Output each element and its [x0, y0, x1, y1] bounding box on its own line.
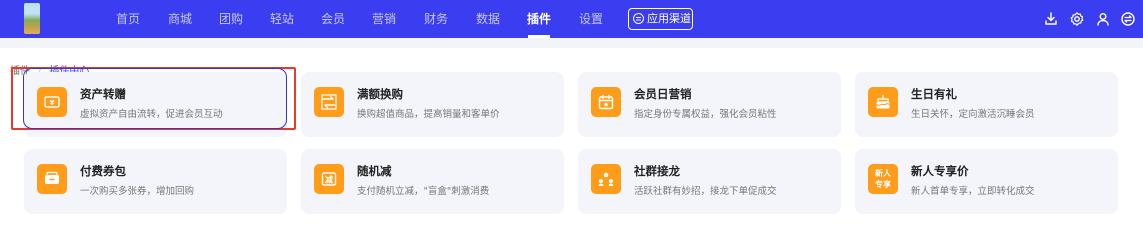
- svg-text:¥: ¥: [50, 99, 55, 107]
- cake-icon: [868, 87, 898, 117]
- card-title: 生日有礼: [911, 87, 957, 101]
- nav-item-light-site[interactable]: 轻站: [270, 0, 294, 38]
- card-description: 指定身份专属权益，强化会员粘性: [634, 109, 777, 120]
- channel-icon: [633, 13, 644, 24]
- card-description: 虚拟资产自由流转，促进会员互动: [80, 109, 223, 120]
- card-title: 资产转赠: [80, 87, 126, 101]
- plugin-card-full-exchange[interactable]: 满额换购 换购超值商品，提高销量和客单价: [301, 72, 564, 137]
- card-description: 新人首单专享，立即转化成交: [911, 186, 1035, 197]
- card-title: 付费券包: [80, 164, 126, 178]
- plugin-card-paid-coupon-pack[interactable]: 付费券包 一次购买多张券，增加回购: [24, 149, 287, 214]
- card-title: 新人专享价: [911, 164, 969, 178]
- nav-item-settings[interactable]: 设置: [579, 0, 603, 38]
- exchange-icon: [314, 87, 344, 117]
- calendar-icon: [591, 87, 621, 117]
- plugin-card-birthday-gift[interactable]: 生日有礼 生日关怀，定向激活沉睡会员: [855, 72, 1118, 137]
- download-icon[interactable]: [1043, 11, 1059, 27]
- card-description: 活跃社群有妙招，接龙下单促成交: [634, 186, 777, 197]
- nav-item-member[interactable]: 会员: [321, 0, 345, 38]
- nav-item-mall[interactable]: 商城: [168, 0, 192, 38]
- coupon-pack-icon: [37, 164, 67, 194]
- card-description: 生日关怀，定向激活沉睡会员: [911, 109, 1035, 120]
- top-nav-bar: 首页 商城 团购 轻站 会员 营销 财务 数据 插件 设置 应用渠道: [0, 0, 1143, 38]
- plugin-card-group-relay[interactable]: 社群接龙 活跃社群有妙招，接龙下单促成交: [578, 149, 841, 214]
- card-description: 支付随机立减，"盲盒"刺激消费: [357, 186, 490, 197]
- card-title: 满额换购: [357, 87, 403, 101]
- card-title: 随机减: [357, 164, 392, 178]
- app-channel-button[interactable]: 应用渠道: [628, 8, 693, 30]
- app-channel-label: 应用渠道: [647, 12, 691, 25]
- new-user-icon: 新人 专享: [868, 164, 898, 194]
- nav-item-finance[interactable]: 财务: [424, 0, 448, 38]
- plugin-card-new-user-price[interactable]: 新人 专享 新人专享价 新人首单专享，立即转化成交: [855, 149, 1118, 214]
- transfer-icon: ¥: [37, 87, 67, 117]
- new-user-icon-text-bottom: 专享: [875, 180, 891, 189]
- plugin-card-asset-transfer[interactable]: ¥ 资产转赠 虚拟资产自由流转，促进会员互动: [24, 72, 287, 137]
- nav-item-data[interactable]: 数据: [476, 0, 500, 38]
- plugin-card-random-discount[interactable]: 减 随机减 支付随机立减，"盲盒"刺激消费: [301, 149, 564, 214]
- card-description: 换购超值商品，提高销量和客单价: [357, 109, 500, 120]
- svg-text:减: 减: [325, 175, 333, 185]
- switch-icon[interactable]: [1120, 11, 1136, 27]
- random-discount-icon: 减: [314, 164, 344, 194]
- app-logo[interactable]: [24, 3, 40, 34]
- group-relay-icon: [591, 164, 621, 194]
- card-title: 会员日营销: [634, 87, 692, 101]
- card-title: 社群接龙: [634, 164, 680, 178]
- card-description: 一次购买多张券，增加回购: [80, 186, 195, 197]
- nav-item-groupbuy[interactable]: 团购: [219, 0, 243, 38]
- nav-item-marketing[interactable]: 营销: [372, 0, 396, 38]
- nav-item-home[interactable]: 首页: [116, 0, 140, 38]
- new-user-icon-text-top: 新人: [875, 169, 891, 178]
- gear-icon[interactable]: [1069, 11, 1085, 27]
- user-icon[interactable]: [1095, 11, 1111, 27]
- plugin-card-member-day[interactable]: 会员日营销 指定身份专属权益，强化会员粘性: [578, 72, 841, 137]
- nav-item-plugins[interactable]: 插件: [527, 0, 551, 38]
